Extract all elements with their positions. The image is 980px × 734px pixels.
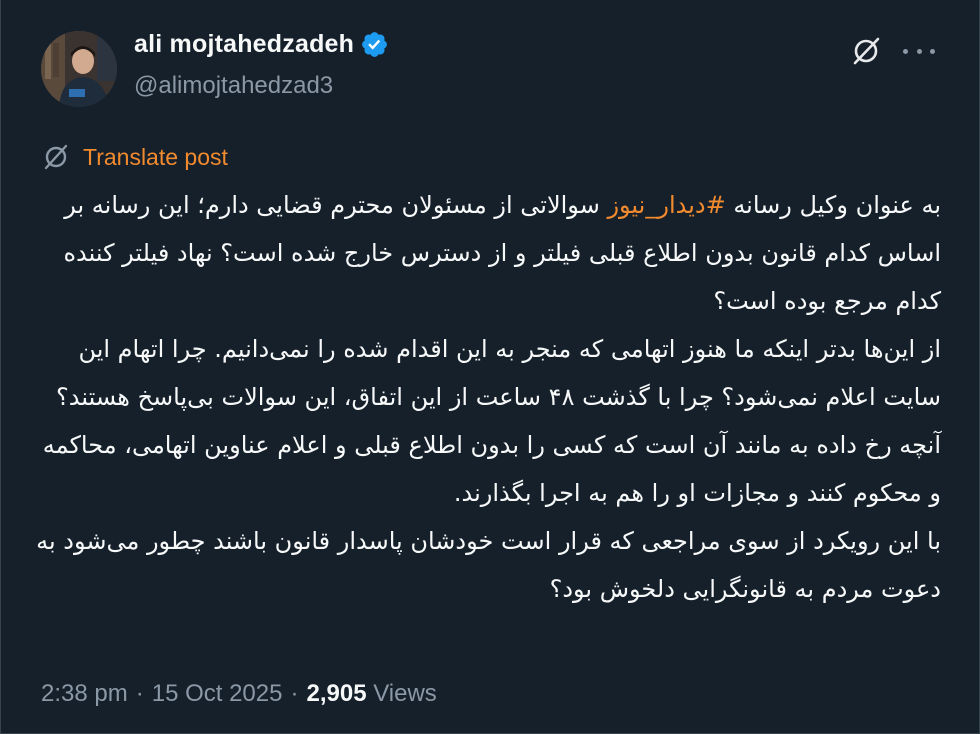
meta-separator: · [290,680,299,707]
post-date[interactable]: 15 Oct 2025 [152,680,283,708]
tweet-text: به عنوان وکیل رسانه #دیدار_نیوز سوالاتی … [31,181,941,613]
author-handle[interactable]: @alimojtahedzad3 [134,72,333,100]
more-dot [903,48,908,54]
translate-post-button[interactable]: Translate post [41,142,228,172]
meta-separator: · [135,680,144,707]
tweet-paragraph: به عنوان وکیل رسانه #دیدار_نیوز سوالاتی … [31,181,941,325]
views-label: Views [373,680,437,707]
grok-slash-circle-icon[interactable] [849,34,883,68]
tweet-text-segment: به عنوان وکیل رسانه [725,191,941,219]
author-name-row: ali mojtahedzadeh [134,30,389,59]
translate-slash-circle-icon [44,144,68,170]
post-time[interactable]: 2:38 pm [41,680,128,708]
more-dot [916,48,922,54]
more-horizontal-icon[interactable] [903,38,935,64]
tweet-paragraph: از این‌ها بدتر اینکه ما هنوز اتهامی که م… [56,335,941,411]
more-dot [930,48,935,54]
translate-post-label: Translate post [83,143,228,170]
tweet-paragraph: با این رویکرد از سوی مراجعی که قرار است … [36,527,941,603]
avatar[interactable] [41,31,117,107]
avatar-image [41,31,117,107]
post-meta: 2:38 pm · 15 Oct 2025 · 2,905 Views [41,680,437,708]
verified-badge-icon [362,32,388,57]
hashtag-link[interactable]: #دیدار_نیوز [607,191,725,219]
views-count: 2,905 [306,680,367,707]
tweet-paragraph: آنچه رخ داده به مانند آن است که کسی را ب… [42,431,941,507]
tweet-card: ali mojtahedzadeh @alimojtahedzad3 Trans… [0,0,980,734]
views-link[interactable]: 2,905 Views [306,680,436,708]
author-display-name[interactable]: ali mojtahedzadeh [134,30,354,59]
